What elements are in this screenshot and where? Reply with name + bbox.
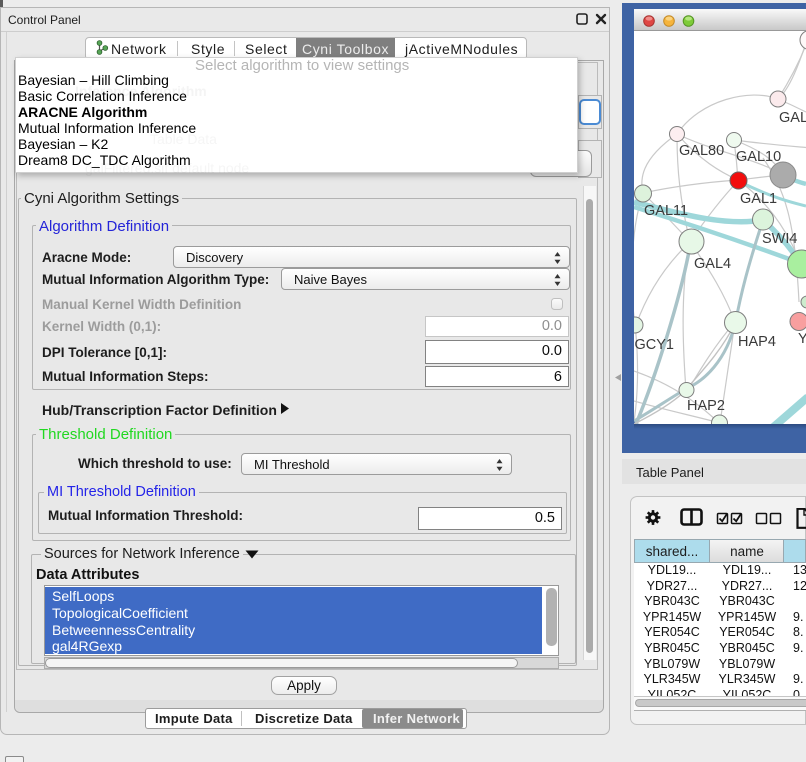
svg-text:HAP2: HAP2 (687, 398, 725, 414)
svg-text:GAL80: GAL80 (679, 143, 724, 159)
svg-text:GAL4: GAL4 (694, 256, 731, 272)
svg-text:GAL: GAL (779, 110, 806, 126)
svg-text:HAP4: HAP4 (738, 334, 776, 350)
svg-text:GAL10: GAL10 (736, 149, 781, 165)
svg-text:Y: Y (798, 331, 806, 347)
svg-text:GCY1: GCY1 (635, 337, 675, 353)
svg-text:SWI4: SWI4 (762, 231, 797, 247)
svg-text:GAL11: GAL11 (644, 203, 688, 219)
svg-text:GAL1: GAL1 (740, 191, 777, 207)
